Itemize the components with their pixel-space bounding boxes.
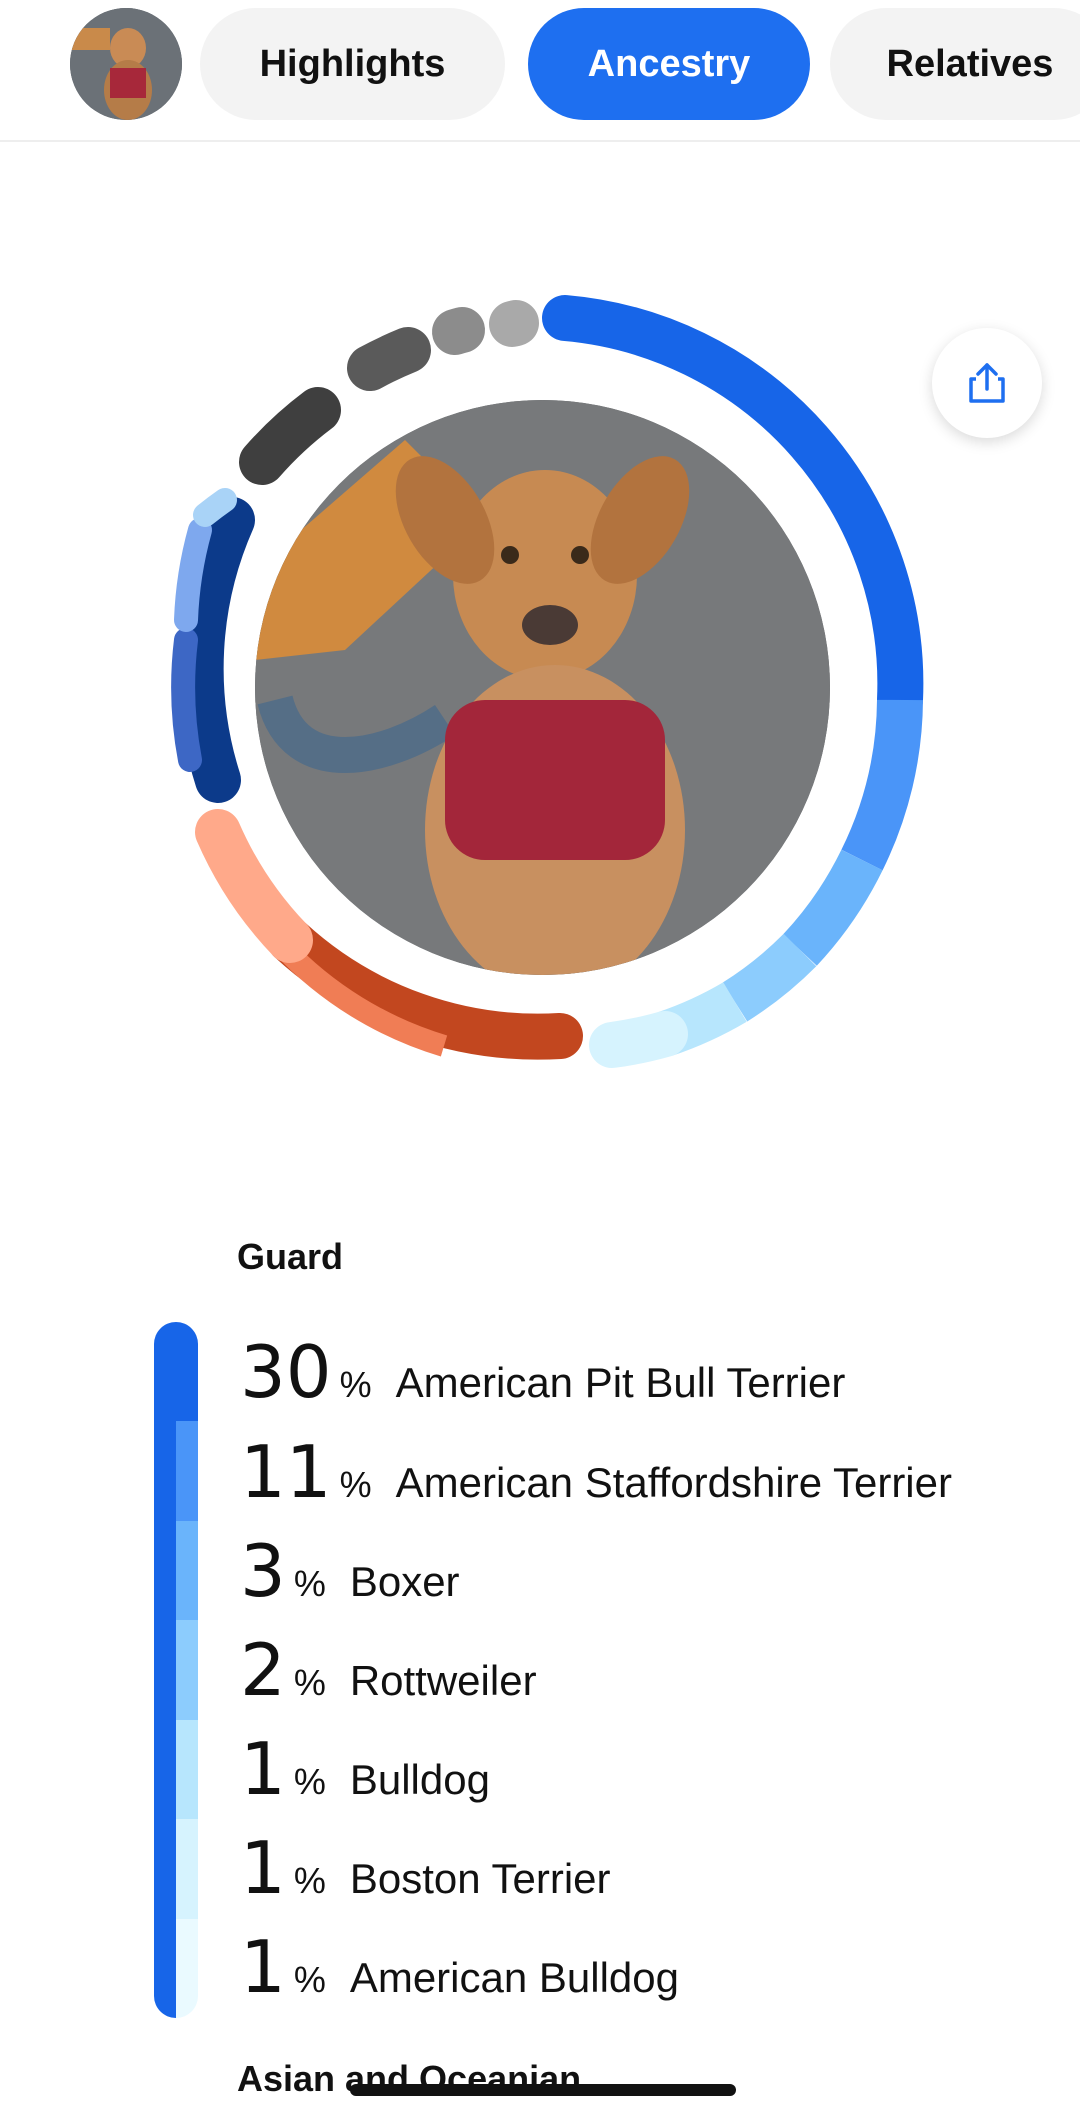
percent-sign: %	[339, 1464, 372, 1505]
breed-percent: 11	[240, 1430, 332, 1514]
ring-segment-guard-6	[589, 1011, 688, 1068]
breed-row[interactable]: 1 % Bulldog	[240, 1727, 490, 1827]
breed-name: American Staffordshire Terrier	[395, 1459, 952, 1506]
section-title-guard: Guard	[237, 1236, 344, 1277]
breed-row[interactable]: 11 % American Staffordshire Terrier	[240, 1430, 952, 1530]
percent-sign: %	[293, 1563, 326, 1604]
ring-segment-guard-4	[722, 933, 817, 1022]
breed-percent: 1	[240, 1727, 286, 1811]
percent-sign: %	[293, 1860, 326, 1901]
share-button[interactable]	[932, 328, 1042, 438]
ring-segment-asian-3	[195, 809, 313, 963]
breed-row[interactable]: 1 % Boston Terrier	[240, 1826, 611, 1926]
ring-segment-guard-3	[782, 849, 883, 966]
breed-percent: 3	[240, 1529, 286, 1613]
dog-photo	[255, 400, 830, 975]
ring-segment-guard-2	[841, 699, 923, 871]
home-indicator[interactable]	[350, 2084, 736, 2096]
breed-percent: 1	[240, 1826, 286, 1910]
percent-sign: %	[293, 1959, 326, 2000]
breed-name: Bulldog	[349, 1756, 490, 1803]
ring-segment-terrier-2	[171, 628, 202, 772]
percent-sign: %	[293, 1662, 326, 1703]
ring-segment-terrier-3	[174, 518, 212, 632]
breed-row[interactable]: 2 % Rottweiler	[240, 1628, 537, 1728]
ring-segment-other-1	[239, 387, 341, 485]
breed-name: Rottweiler	[349, 1657, 537, 1704]
percent-sign: %	[293, 1761, 326, 1802]
breed-name: American Bulldog	[349, 1954, 679, 2001]
percent-sign: %	[339, 1364, 372, 1405]
share-upload-icon	[969, 363, 1005, 403]
dog-photo-image	[255, 400, 830, 975]
breed-name: Boston Terrier	[349, 1855, 611, 1902]
guard-color-bar	[154, 1322, 198, 2018]
breed-percent: 2	[240, 1628, 286, 1712]
breed-percent: 1	[240, 1925, 286, 2009]
ring-segment-terrier-4	[193, 488, 237, 527]
breed-name: American Pit Bull Terrier	[395, 1359, 846, 1406]
breed-percent: 30	[240, 1330, 332, 1414]
breed-row[interactable]: 3 % Boxer	[240, 1529, 460, 1629]
breed-row[interactable]: 30 % American Pit Bull Terrier	[240, 1330, 845, 1430]
ring-segment-other-2	[347, 327, 431, 391]
ring-segment-other-3	[432, 307, 485, 355]
ring-segment-other-4	[489, 300, 539, 347]
breed-row[interactable]: 1 % American Bulldog	[240, 1925, 679, 2025]
breed-name: Boxer	[349, 1558, 460, 1605]
